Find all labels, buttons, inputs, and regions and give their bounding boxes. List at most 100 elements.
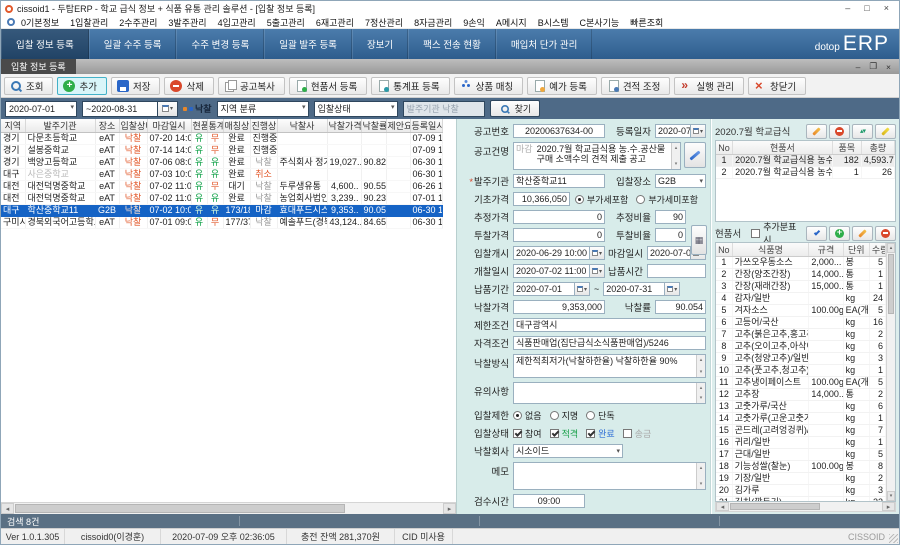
stats-register-button[interactable]: 통계표 등록	[371, 77, 449, 95]
menu-item[interactable]: 빠른조회	[630, 18, 663, 28]
mdi-minimize-icon[interactable]: –	[856, 62, 861, 72]
find-button[interactable]: 찾기	[490, 100, 541, 117]
state-checkbox[interactable]	[513, 429, 522, 438]
limit-field[interactable]: 대구광역시	[513, 318, 706, 332]
table-row[interactable]: 대전대전덕명중학교eAT낙찰07-02 11:00유유완료낙찰농업회사법인...…	[1, 193, 442, 205]
close-window-button[interactable]: 창닫기	[748, 77, 806, 95]
table-row[interactable]: 12020.7월 학교급식용 농수공산물..1824,593.7	[716, 155, 895, 167]
tab-bid-info-register[interactable]: 입찰 정보 등록	[1, 59, 76, 74]
est-price-field[interactable]: 0	[513, 210, 605, 224]
batch-order-register-button[interactable]: 일괄 수주 등록	[89, 29, 177, 59]
batch-purchase-register-button[interactable]: 일괄 발주 등록	[264, 29, 352, 59]
open-calendar-button[interactable]: ▾	[590, 246, 605, 260]
column-header[interactable]: 총량	[861, 141, 894, 155]
menu-item[interactable]: 8자금관리	[414, 18, 452, 28]
column-header[interactable]: 진행상태	[250, 119, 277, 133]
deliver-to-field[interactable]: 2020-07-31	[603, 282, 665, 296]
menu-item[interactable]: 3발주관리	[168, 18, 206, 28]
textarea-scrollbar[interactable]: ▴▾	[671, 143, 680, 169]
column-header[interactable]: No	[716, 141, 733, 155]
menu-item[interactable]: 9손익	[463, 18, 485, 28]
menu-item[interactable]: 0기본정보	[21, 18, 59, 28]
apply-button[interactable]	[806, 226, 827, 241]
state-checkbox[interactable]	[550, 429, 559, 438]
table-row[interactable]: 5겨자소스100.00gEA(개)5	[716, 305, 886, 317]
note-button[interactable]	[875, 124, 896, 139]
column-header[interactable]: 품목	[832, 141, 861, 155]
execution-manage-button[interactable]: 실행 관리	[674, 77, 744, 95]
scroll-thumb[interactable]	[15, 504, 345, 513]
qual-field[interactable]: 식품판매업(집단급식소식품판매업)/5246	[513, 336, 706, 350]
order-change-register-button[interactable]: 수주 변경 등록	[176, 29, 264, 59]
restrict-radio[interactable]	[586, 411, 595, 420]
open-datetime-field[interactable]: 2020-06-29 10:00	[513, 246, 590, 260]
table-row[interactable]: 18기능성쌀(찰눈)100.00g봉8	[716, 461, 886, 473]
notice-send-button[interactable]	[684, 142, 706, 168]
column-header[interactable]: 낙찰률	[361, 119, 386, 133]
search-button[interactable]: 조회	[4, 77, 53, 95]
edit-item-button[interactable]	[852, 226, 873, 241]
textarea-scrollbar[interactable]: ▴▾	[696, 463, 705, 489]
table-row[interactable]: 대구학산중학교11G2B낙찰07-02 10:00유유173/183마감효대푸드…	[1, 205, 442, 217]
column-header[interactable]: 입찰상태	[119, 119, 147, 133]
table-row[interactable]: 7고추(붉은고추,홍고추)/..kg2	[716, 329, 886, 341]
vat-radio[interactable]	[636, 195, 645, 204]
table-row[interactable]: 경기다문초등학교eAT낙찰07-20 14:00유무완료진행중07-09 13:…	[1, 133, 442, 145]
calc-button[interactable]: ▦	[691, 225, 707, 255]
column-header[interactable]: 수량	[869, 243, 885, 257]
table-row[interactable]: 13고춧가루/국산kg6	[716, 401, 886, 413]
table-row[interactable]: 12고추장14,000...통2	[716, 389, 886, 401]
table-row[interactable]: 구미시경북외국어고등학교eAT낙찰07-01 09:00유무177/371낙찰예…	[1, 217, 442, 229]
table-row[interactable]: 16귀리/일반kg1	[716, 437, 886, 449]
item-doc-register-button[interactable]: 현품서 등록	[289, 77, 367, 95]
product-match-button[interactable]: 상품 매칭	[454, 77, 524, 95]
add-item-button[interactable]	[829, 226, 850, 241]
minimize-icon[interactable]: –	[845, 2, 850, 15]
close-datetime-field[interactable]: 2020-07-02 10:00	[647, 246, 691, 260]
fax-status-button[interactable]: 팩스 전송 현황	[408, 29, 496, 59]
notice-title-area[interactable]: 마감 2020.7월 학교급식용 농.수.공산물 구매 소액수의 견적 제출 공…	[513, 142, 681, 170]
menu-item[interactable]: 7정산관리	[365, 18, 403, 28]
calendar-button[interactable]: ▾	[158, 101, 178, 117]
bid-price-field[interactable]: 0	[513, 228, 605, 242]
deliver-time-field[interactable]	[647, 264, 706, 278]
item-table-hscrollbar[interactable]: ◂ ▸	[715, 502, 896, 512]
delete-button[interactable]	[829, 124, 850, 139]
column-header[interactable]: 등록일시	[410, 119, 442, 133]
table-row[interactable]: 1가쓰오우동소스2,000...봉5	[716, 257, 886, 269]
column-header[interactable]: 제안요청	[386, 119, 410, 133]
award-company-select[interactable]: 시소이드	[513, 444, 623, 458]
edit-button[interactable]	[806, 124, 827, 139]
notice-no-field[interactable]: 20200637634-00	[513, 124, 605, 138]
column-header[interactable]: No	[716, 243, 732, 257]
scroll-left-icon[interactable]: ◂	[1, 503, 14, 514]
table-row[interactable]: 14고춧가루(고운고춧가루)kg1	[716, 413, 886, 425]
menu-item[interactable]: 6재고관리	[316, 18, 354, 28]
restrict-radio[interactable]	[550, 411, 559, 420]
scroll-left-icon[interactable]: ◂	[716, 502, 729, 511]
bid-info-register-button[interactable]: 입찰 정보 등록	[1, 29, 89, 59]
table-row[interactable]: 3간장(재래간장)15,000...통1	[716, 281, 886, 293]
scroll-up-icon[interactable]: ▴	[887, 243, 895, 253]
scroll-thumb[interactable]	[730, 503, 820, 510]
column-header[interactable]: 발주기관	[25, 119, 95, 133]
shopping-button[interactable]: 장보기	[352, 29, 408, 59]
scroll-thumb[interactable]	[888, 254, 894, 314]
transfer-button[interactable]: ▴▾	[852, 124, 873, 139]
table-row[interactable]: 2간장(양조간장)14,000...통1	[716, 269, 886, 281]
copy-notice-button[interactable]: 공고복사	[218, 77, 285, 95]
announce-datetime-field[interactable]: 2020-07-02 11:00	[513, 264, 590, 278]
item-table-vscrollbar[interactable]: ▴ ▾	[886, 243, 895, 501]
award-price-field[interactable]: 9,353,000	[513, 300, 605, 314]
column-header[interactable]: 지역	[1, 119, 25, 133]
table-row[interactable]: 대구사은중학교eAT낙찰07-03 10:00유유완료취소06-30 15:5	[1, 169, 442, 181]
save-button[interactable]: 저장	[111, 77, 160, 95]
mdi-close-icon[interactable]: ×	[886, 62, 891, 72]
date-from-combo[interactable]: 2020-07-01	[5, 101, 77, 117]
quote-adjust-button[interactable]: 견적 조정	[601, 77, 671, 95]
menu-item[interactable]: 5출고관리	[267, 18, 305, 28]
column-header[interactable]: 매칭상태	[223, 119, 250, 133]
column-header[interactable]: 규격	[809, 243, 843, 257]
base-price-field[interactable]: 10,366,050	[513, 192, 570, 206]
keyword-input[interactable]: 발주기관 낙찰	[403, 101, 485, 117]
